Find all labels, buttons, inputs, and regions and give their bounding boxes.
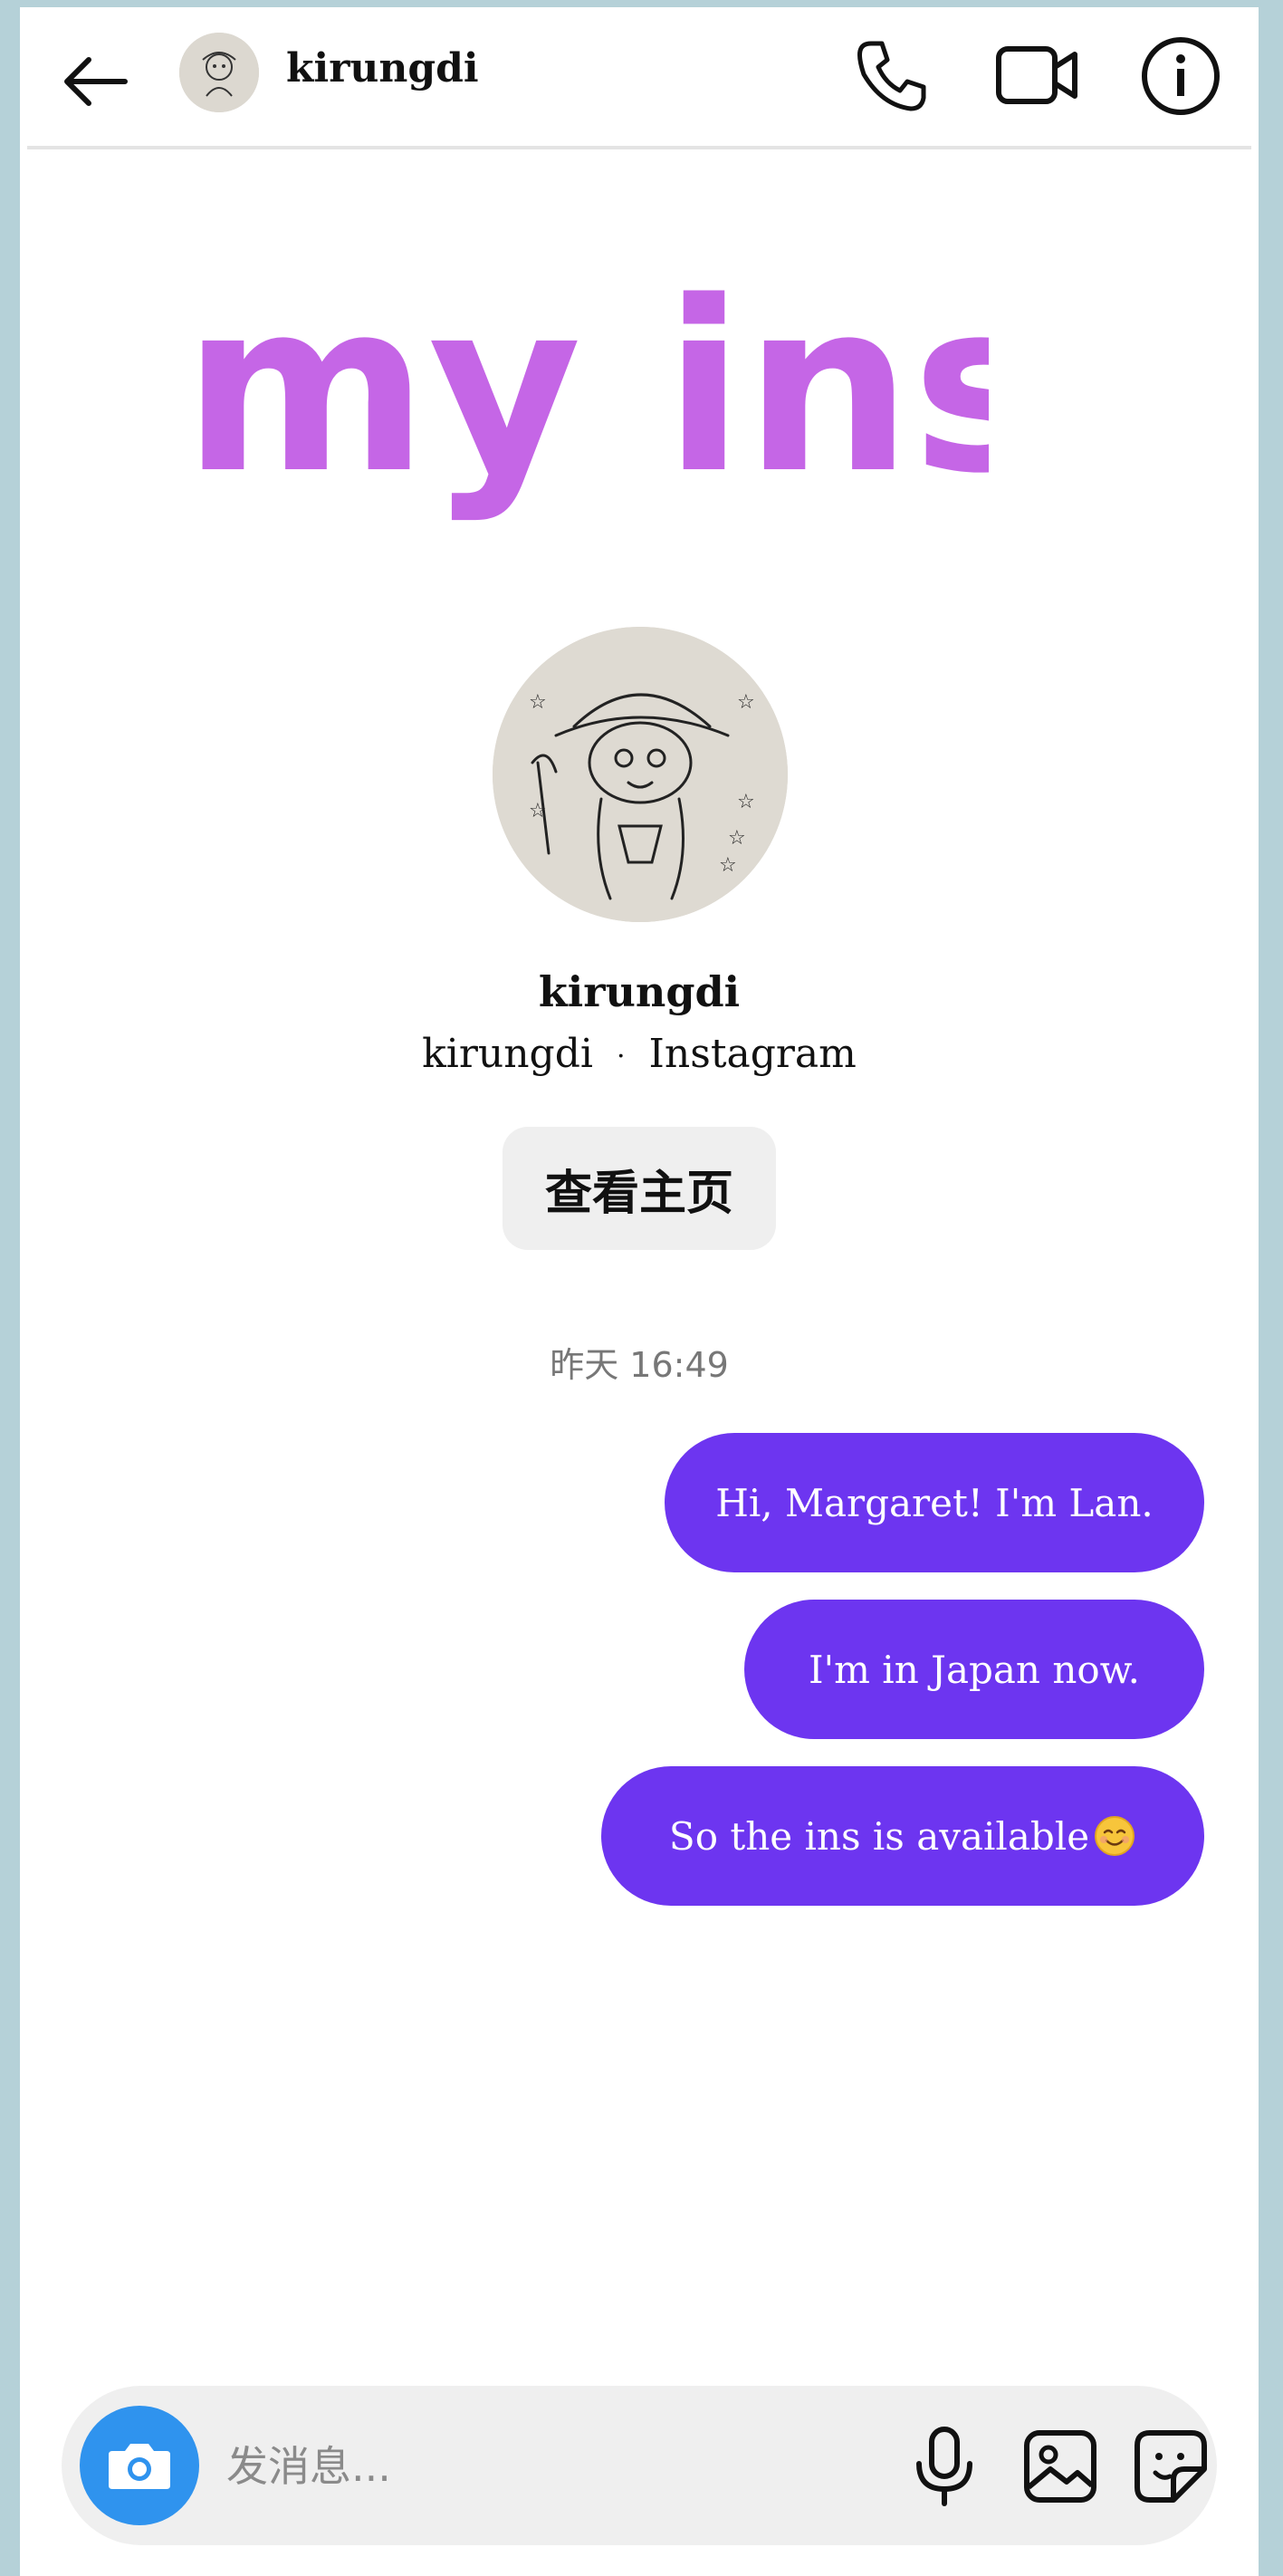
profile-platform: Instagram — [648, 1031, 857, 1077]
sticker-icon[interactable] — [1130, 2426, 1211, 2507]
message-text: Hi, Margaret! I'm Lan. — [715, 1480, 1154, 1525]
svg-text:☆: ☆ — [719, 854, 737, 877]
avatar-drawing — [179, 33, 259, 112]
header-divider — [27, 146, 1251, 149]
message-text: So the ins is available — [668, 1813, 1090, 1859]
info-icon[interactable] — [1139, 34, 1222, 118]
message-composer — [62, 2386, 1217, 2545]
camera-button[interactable] — [80, 2406, 199, 2525]
view-profile-button[interactable]: 查看主页 — [503, 1127, 776, 1250]
header-username[interactable]: kirungdi — [286, 45, 479, 91]
header-avatar[interactable] — [179, 33, 259, 112]
message-bubble[interactable]: So the ins is available — [601, 1766, 1204, 1906]
message-text: I'm in Japan now. — [808, 1647, 1140, 1692]
video-camera-icon[interactable] — [993, 34, 1082, 116]
smiling-face-icon — [1095, 1816, 1135, 1856]
gallery-icon[interactable] — [1020, 2426, 1101, 2507]
svg-text:☆: ☆ — [728, 827, 746, 850]
back-arrow-icon[interactable] — [56, 42, 136, 121]
phone-icon[interactable] — [851, 34, 933, 116]
chat-header: kirungdi — [20, 7, 1259, 148]
chat-screen: kirungdi my ins ☆ ☆ ☆ ☆ ☆ ☆ kirungdi kir… — [20, 7, 1259, 2576]
microphone-icon[interactable] — [908, 2424, 981, 2507]
message-bubble[interactable]: Hi, Margaret! I'm Lan. — [665, 1433, 1204, 1572]
profile-subtitle: kirungdi · Instagram — [20, 1031, 1259, 1077]
my-ins-sticker: my ins — [183, 252, 989, 525]
message-bubble[interactable]: I'm in Japan now. — [744, 1600, 1204, 1739]
profile-avatar[interactable]: ☆ ☆ ☆ ☆ ☆ ☆ — [493, 627, 788, 922]
profile-handle: kirungdi — [422, 1031, 593, 1077]
camera-icon — [109, 2444, 170, 2489]
sticker-text: my ins — [183, 252, 989, 525]
message-timestamp: 昨天 16:49 — [550, 1345, 729, 1385]
svg-text:☆: ☆ — [529, 691, 547, 714]
message-input[interactable] — [225, 2429, 735, 2504]
separator-dot: · — [616, 1041, 626, 1072]
profile-name: kirungdi — [538, 967, 741, 1016]
svg-text:☆: ☆ — [737, 791, 755, 813]
garfield-drawing: ☆ ☆ ☆ ☆ ☆ ☆ — [493, 627, 788, 922]
svg-text:☆: ☆ — [529, 800, 547, 822]
svg-text:☆: ☆ — [737, 691, 755, 714]
